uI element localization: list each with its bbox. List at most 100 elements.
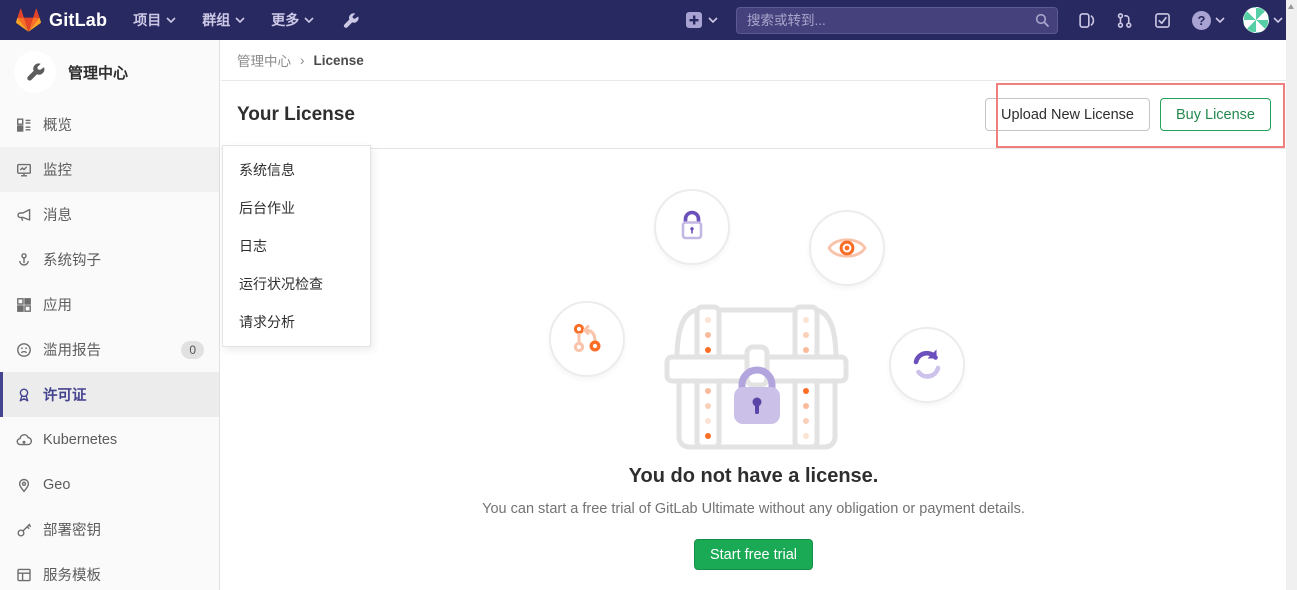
breadcrumb: 管理中心 › License	[221, 40, 1286, 81]
start-free-trial-button[interactable]: Start free trial	[694, 539, 813, 570]
padlock-icon	[673, 208, 711, 246]
monitor-icon	[16, 162, 32, 178]
sidebar-item-label: 部署密钥	[43, 519, 101, 540]
sidebar-item-label: 应用	[43, 294, 72, 315]
abuse-count-badge: 0	[181, 341, 204, 359]
header-actions: Upload New License Buy License	[985, 98, 1271, 131]
sidebar-item-deploy-keys[interactable]: 部署密钥	[0, 507, 219, 552]
sidebar-item-kubernetes[interactable]: Kubernetes	[0, 417, 219, 462]
page-scrollbar[interactable]	[1286, 0, 1297, 590]
sidebar-item-system-hooks[interactable]: 系统钩子	[0, 237, 219, 282]
flyout-item-logs[interactable]: 日志	[223, 227, 370, 265]
git-fork-icon	[568, 320, 606, 358]
sidebar-item-license[interactable]: 许可证	[0, 372, 219, 417]
breadcrumb-current: License	[314, 53, 364, 68]
todos-icon[interactable]	[1154, 12, 1171, 29]
sidebar-item-messages[interactable]: 消息	[0, 192, 219, 237]
buy-license-button[interactable]: Buy License	[1160, 98, 1271, 131]
sidebar-item-label: Geo	[43, 477, 70, 493]
abuse-face-icon	[16, 342, 32, 358]
search-input[interactable]	[736, 7, 1058, 34]
admin-wrench-icon[interactable]	[342, 12, 359, 29]
nav-more[interactable]: 更多	[271, 10, 314, 30]
chevron-down-icon	[1273, 17, 1283, 23]
template-icon	[16, 567, 32, 583]
sidebar-item-overview[interactable]: 概览	[0, 102, 219, 147]
applications-icon	[16, 297, 32, 313]
help-icon: ?	[1192, 11, 1211, 30]
issues-icon[interactable]	[1078, 12, 1095, 29]
monitoring-flyout-menu: 系统信息 后台作业 日志 运行状况检查 请求分析	[222, 145, 371, 347]
sidebar-item-applications[interactable]: 应用	[0, 282, 219, 327]
sidebar-item-abuse-reports[interactable]: 滥用报告 0	[0, 327, 219, 372]
sidebar-title: 管理中心	[68, 62, 128, 83]
sync-bubble	[889, 327, 965, 403]
top-navbar: GitLab 项目 群组 更多	[0, 0, 1297, 40]
flyout-item-system-info[interactable]: 系统信息	[223, 151, 370, 189]
sidebar-item-geo[interactable]: Geo	[0, 462, 219, 507]
admin-sidebar: 管理中心 概览 监控 消息 系统钩子	[0, 40, 220, 590]
empty-state-subtitle: You can start a free trial of GitLab Ult…	[221, 501, 1286, 517]
chevron-down-icon	[304, 17, 314, 23]
user-menu[interactable]	[1243, 7, 1283, 33]
navbar-menu: 项目 群组 更多	[133, 10, 359, 30]
merge-request-icon[interactable]	[1116, 12, 1133, 29]
global-search	[736, 7, 1058, 34]
flyout-item-background-jobs[interactable]: 后台作业	[223, 189, 370, 227]
navbar-right: ?	[685, 7, 1283, 34]
sidebar-item-label: 滥用报告	[43, 339, 101, 360]
overview-icon	[16, 117, 32, 133]
sidebar-item-monitoring[interactable]: 监控	[0, 147, 219, 192]
sidebar-item-label: Kubernetes	[43, 432, 117, 448]
page-title: Your License	[237, 104, 355, 126]
sidebar-item-label: 监控	[43, 159, 72, 180]
new-menu-button[interactable]	[685, 11, 718, 29]
chevron-down-icon	[166, 17, 176, 23]
main-content: 管理中心 › License Your License Upload New L…	[221, 40, 1286, 590]
breadcrumb-separator: ›	[300, 53, 305, 68]
sidebar-item-label: 服务模板	[43, 564, 101, 585]
tanuki-icon	[16, 8, 41, 33]
megaphone-icon	[16, 207, 32, 223]
eye-icon	[826, 233, 868, 263]
location-pin-icon	[16, 477, 32, 493]
sidebar-item-label: 消息	[43, 204, 72, 225]
no-license-illustration	[524, 165, 984, 461]
gitlab-admin-license-page: GitLab 项目 群组 更多	[0, 0, 1297, 590]
chevron-down-icon	[1215, 17, 1225, 23]
help-menu[interactable]: ?	[1192, 11, 1225, 30]
chevron-down-icon	[708, 17, 718, 23]
cluster-cloud-icon	[16, 432, 32, 448]
git-fork-bubble	[549, 301, 625, 377]
chevron-down-icon	[235, 17, 245, 23]
hook-icon	[16, 252, 32, 268]
breadcrumb-admin[interactable]: 管理中心	[237, 50, 291, 70]
padlock-bubble	[654, 189, 730, 265]
flyout-item-health-check[interactable]: 运行状况检查	[223, 265, 370, 303]
license-medal-icon	[16, 387, 32, 403]
wrench-icon	[25, 62, 45, 82]
sidebar-item-service-templates[interactable]: 服务模板	[0, 552, 219, 590]
brand-name: GitLab	[49, 10, 107, 31]
empty-state-title: You do not have a license.	[221, 465, 1286, 488]
treasure-chest-graphic	[664, 303, 849, 451]
key-icon	[16, 522, 32, 538]
scrollbar-up-arrow-icon[interactable]	[1288, 4, 1294, 9]
sidebar-item-label: 许可证	[43, 384, 87, 405]
gitlab-logo[interactable]: GitLab	[16, 8, 107, 33]
empty-state: You do not have a license. You can start…	[221, 165, 1286, 570]
page-header: Your License Upload New License Buy Lice…	[221, 81, 1286, 149]
sidebar-item-label: 系统钩子	[43, 249, 101, 270]
user-avatar	[1243, 7, 1269, 33]
nav-projects[interactable]: 项目	[133, 10, 176, 30]
sidebar-context-header[interactable]: 管理中心	[0, 40, 219, 102]
flyout-item-requests-profiles[interactable]: 请求分析	[223, 303, 370, 341]
nav-groups[interactable]: 群组	[202, 10, 245, 30]
admin-area-avatar	[14, 51, 56, 93]
sync-arrows-icon	[908, 346, 946, 384]
eye-bubble	[809, 210, 885, 286]
sidebar-item-label: 概览	[43, 114, 72, 135]
upload-new-license-button[interactable]: Upload New License	[985, 98, 1150, 131]
search-icon	[1034, 12, 1050, 28]
plus-icon	[685, 11, 703, 29]
